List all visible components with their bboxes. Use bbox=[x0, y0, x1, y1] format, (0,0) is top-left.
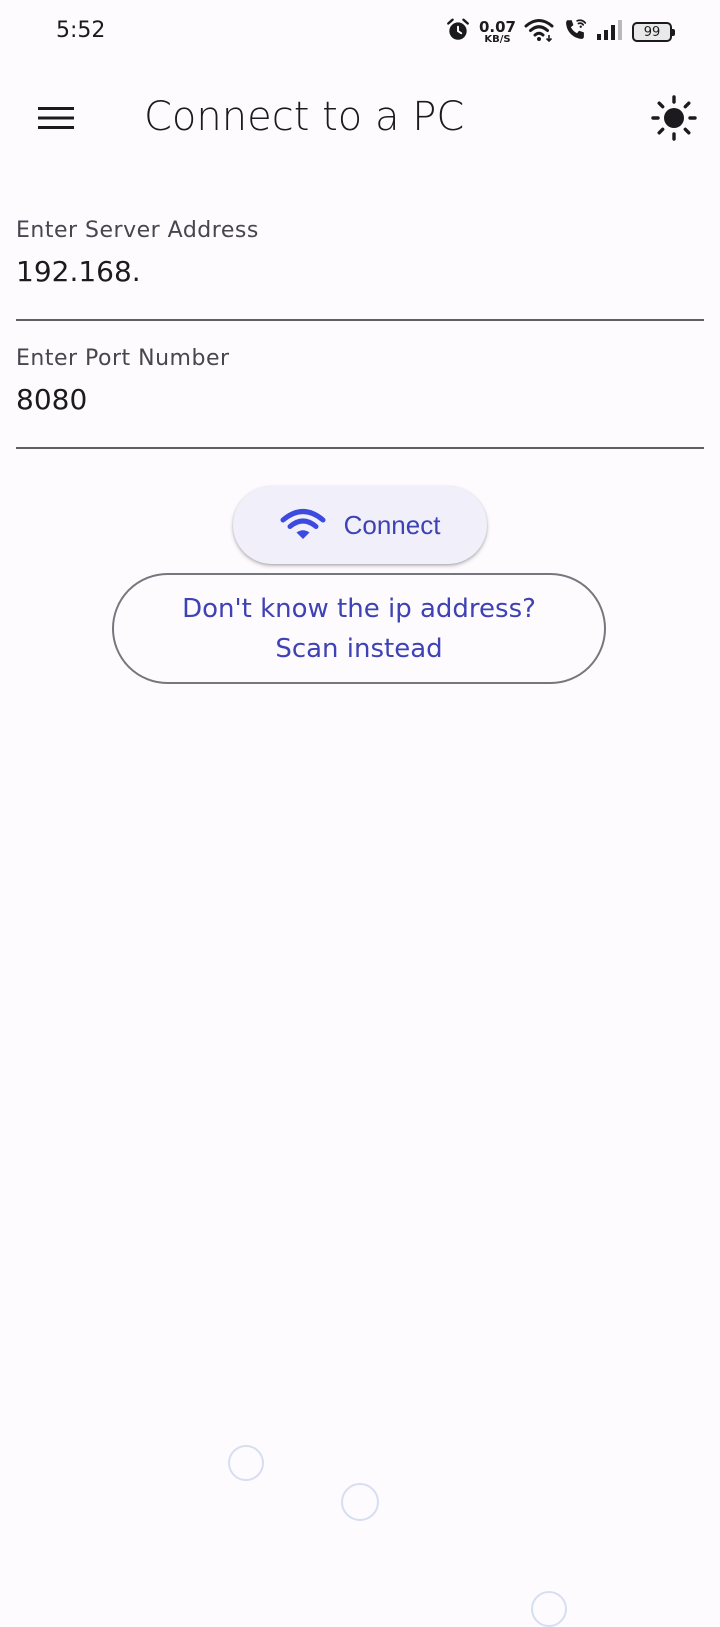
server-address-label: Enter Server Address bbox=[16, 218, 259, 243]
decorative-bubble bbox=[531, 1591, 567, 1627]
signal-icon bbox=[596, 18, 624, 46]
battery-level: 99 bbox=[643, 24, 661, 40]
wifi-icon bbox=[280, 507, 326, 544]
scan-instead-button[interactable]: Don't know the ip address? Scan instead bbox=[112, 573, 606, 684]
theme-toggle-button[interactable] bbox=[648, 94, 700, 146]
decorative-bubble bbox=[228, 1445, 264, 1481]
connect-button[interactable]: Connect bbox=[233, 486, 487, 564]
wifi-calling-icon bbox=[562, 17, 588, 47]
port-number-input[interactable] bbox=[16, 379, 704, 419]
port-number-field: Enter Port Number bbox=[16, 346, 704, 449]
network-speed: 0.07 KB/S bbox=[478, 17, 516, 45]
status-icons: 0.07 KB/S 99 bbox=[445, 14, 675, 50]
scan-instead-text: Scan instead bbox=[275, 633, 443, 664]
app-bar: Connect to a PC bbox=[0, 80, 720, 160]
network-speed-value: 0.07 bbox=[478, 17, 516, 36]
network-speed-unit: KB/S bbox=[484, 33, 511, 45]
scan-hint-text: Don't know the ip address? bbox=[182, 593, 536, 624]
decorative-bubble bbox=[341, 1483, 379, 1521]
connect-label: Connect bbox=[343, 509, 441, 540]
port-number-label: Enter Port Number bbox=[16, 346, 230, 371]
page-title: Connect to a PC bbox=[144, 94, 465, 140]
server-address-input[interactable] bbox=[16, 251, 704, 291]
battery-icon: 99 bbox=[632, 22, 675, 42]
menu-icon bbox=[37, 104, 75, 136]
status-time: 5:52 bbox=[56, 18, 106, 43]
server-address-field: Enter Server Address bbox=[16, 218, 704, 321]
alarm-icon bbox=[445, 17, 471, 47]
menu-button[interactable] bbox=[30, 100, 82, 140]
brightness-icon bbox=[650, 94, 698, 146]
status-bar: 5:52 0.07 KB/S 99 bbox=[0, 0, 720, 64]
wifi-icon bbox=[524, 17, 554, 47]
